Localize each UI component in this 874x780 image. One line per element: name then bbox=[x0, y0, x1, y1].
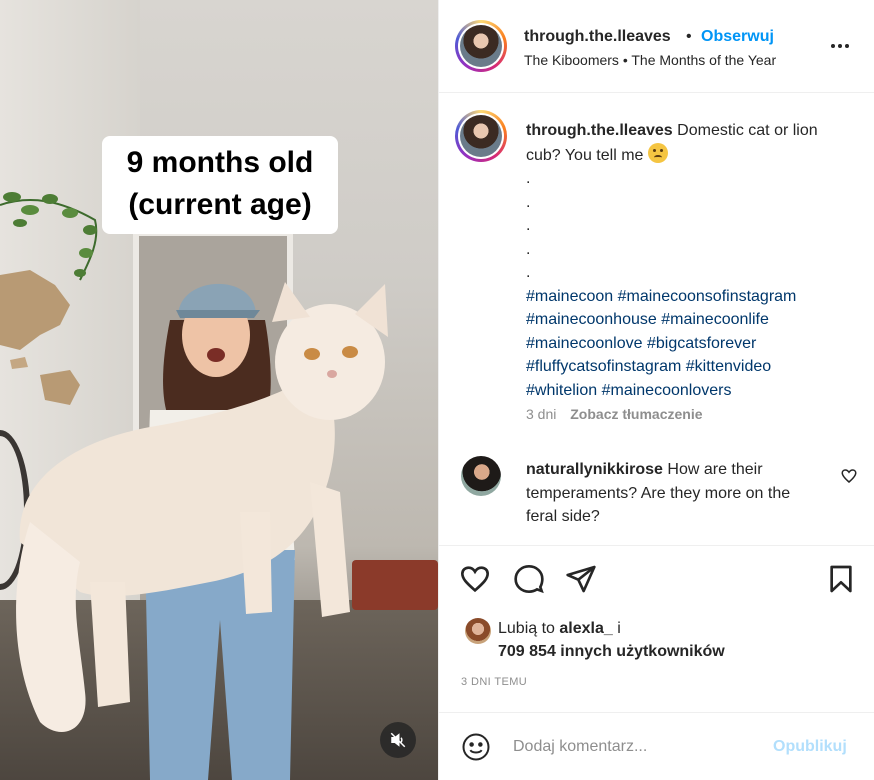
author-username[interactable]: through.the.lleaves bbox=[524, 28, 671, 46]
hashtag-line[interactable]: #fluffycatsofinstagram #kittenvideo bbox=[526, 355, 846, 379]
hashtags[interactable]: #mainecoon #mainecoonsofinstagram #maine… bbox=[526, 285, 846, 403]
comment-like-heart-icon[interactable] bbox=[840, 467, 858, 485]
more-options-icon[interactable] bbox=[827, 36, 853, 56]
caption-section: through.the.lleaves Domestic cat or lion… bbox=[439, 93, 874, 450]
comment-text: naturallynikkirose How are their tempera… bbox=[526, 458, 816, 529]
post-sidebar: through.the.lleaves • Obserwuj The Kiboo… bbox=[438, 0, 874, 780]
post-media[interactable]: 9 months old (current age) bbox=[0, 0, 438, 780]
caption-meta: 3 dni Zobacz tłumaczenie bbox=[526, 406, 703, 422]
caption-text: through.the.lleaves Domestic cat or lion… bbox=[526, 119, 846, 402]
caption-username[interactable]: through.the.lleaves bbox=[526, 122, 673, 139]
share-paper-plane-icon[interactable] bbox=[565, 563, 597, 595]
publish-comment-button[interactable]: Opublikuj bbox=[773, 738, 847, 756]
caption-dot: . bbox=[526, 217, 531, 234]
speaker-muted-icon bbox=[390, 732, 406, 748]
hashtag-line[interactable]: #mainecoonlove #bigcatsforever bbox=[526, 332, 846, 356]
hashtag-line[interactable]: #mainecoonhouse #mainecoonlife bbox=[526, 308, 846, 332]
audio-track-link[interactable]: The Kiboomers • The Months of the Year bbox=[524, 52, 776, 68]
post-header: through.the.lleaves • Obserwuj The Kiboo… bbox=[439, 0, 874, 93]
follow-button[interactable]: Obserwuj bbox=[701, 28, 774, 46]
caption-age[interactable]: 3 dni bbox=[526, 406, 556, 422]
likes-summary: Lubią to alexla_ i bbox=[498, 620, 621, 638]
caption-author-avatar[interactable] bbox=[455, 110, 507, 162]
author-avatar[interactable] bbox=[455, 20, 507, 72]
liker-avatar[interactable] bbox=[465, 618, 491, 644]
liker-username[interactable]: alexla_ bbox=[559, 620, 612, 637]
worried-face-emoji-icon bbox=[647, 142, 668, 163]
likes-count-link[interactable]: 709 854 innych użytkowników bbox=[498, 643, 725, 661]
see-translation-link[interactable]: Zobacz tłumaczenie bbox=[570, 406, 702, 422]
comment-bubble-icon[interactable] bbox=[513, 563, 545, 595]
likes-prefix: Lubią to bbox=[498, 620, 555, 637]
post-actions-bar bbox=[439, 545, 874, 611]
overlay-caption-line: 9 months old bbox=[126, 146, 314, 179]
comment-input[interactable] bbox=[513, 733, 763, 761]
comment-item: naturallynikkirose How are their tempera… bbox=[439, 450, 874, 545]
like-heart-icon[interactable] bbox=[459, 563, 491, 595]
hashtag-line[interactable]: #mainecoon #mainecoonsofinstagram bbox=[526, 285, 846, 309]
caption-dot: . bbox=[526, 170, 531, 187]
add-comment-bar: Opublikuj bbox=[439, 712, 874, 780]
video-text-overlay: 9 months old (current age) bbox=[102, 136, 338, 234]
caption-dot: . bbox=[526, 264, 531, 281]
emoji-smile-icon[interactable] bbox=[461, 732, 491, 762]
save-bookmark-icon[interactable] bbox=[825, 563, 857, 595]
likes-section: Lubią to alexla_ i 709 854 innych użytko… bbox=[439, 612, 874, 672]
overlay-caption-line: (current age) bbox=[128, 188, 312, 221]
post-timestamp[interactable]: 3 DNI TEMU bbox=[461, 676, 527, 688]
caption-dot: . bbox=[526, 240, 531, 258]
caption-dot: . bbox=[526, 193, 531, 211]
header-separator: • bbox=[686, 28, 692, 45]
commenter-avatar[interactable] bbox=[461, 456, 501, 496]
mute-button[interactable] bbox=[380, 722, 416, 758]
cat bbox=[16, 282, 388, 732]
commenter-username[interactable]: naturallynikkirose bbox=[526, 461, 663, 478]
hashtag-line[interactable]: #whitelion #mainecoonlovers bbox=[526, 379, 846, 403]
likes-joiner: i bbox=[617, 620, 621, 637]
plant-decoration bbox=[0, 192, 98, 281]
